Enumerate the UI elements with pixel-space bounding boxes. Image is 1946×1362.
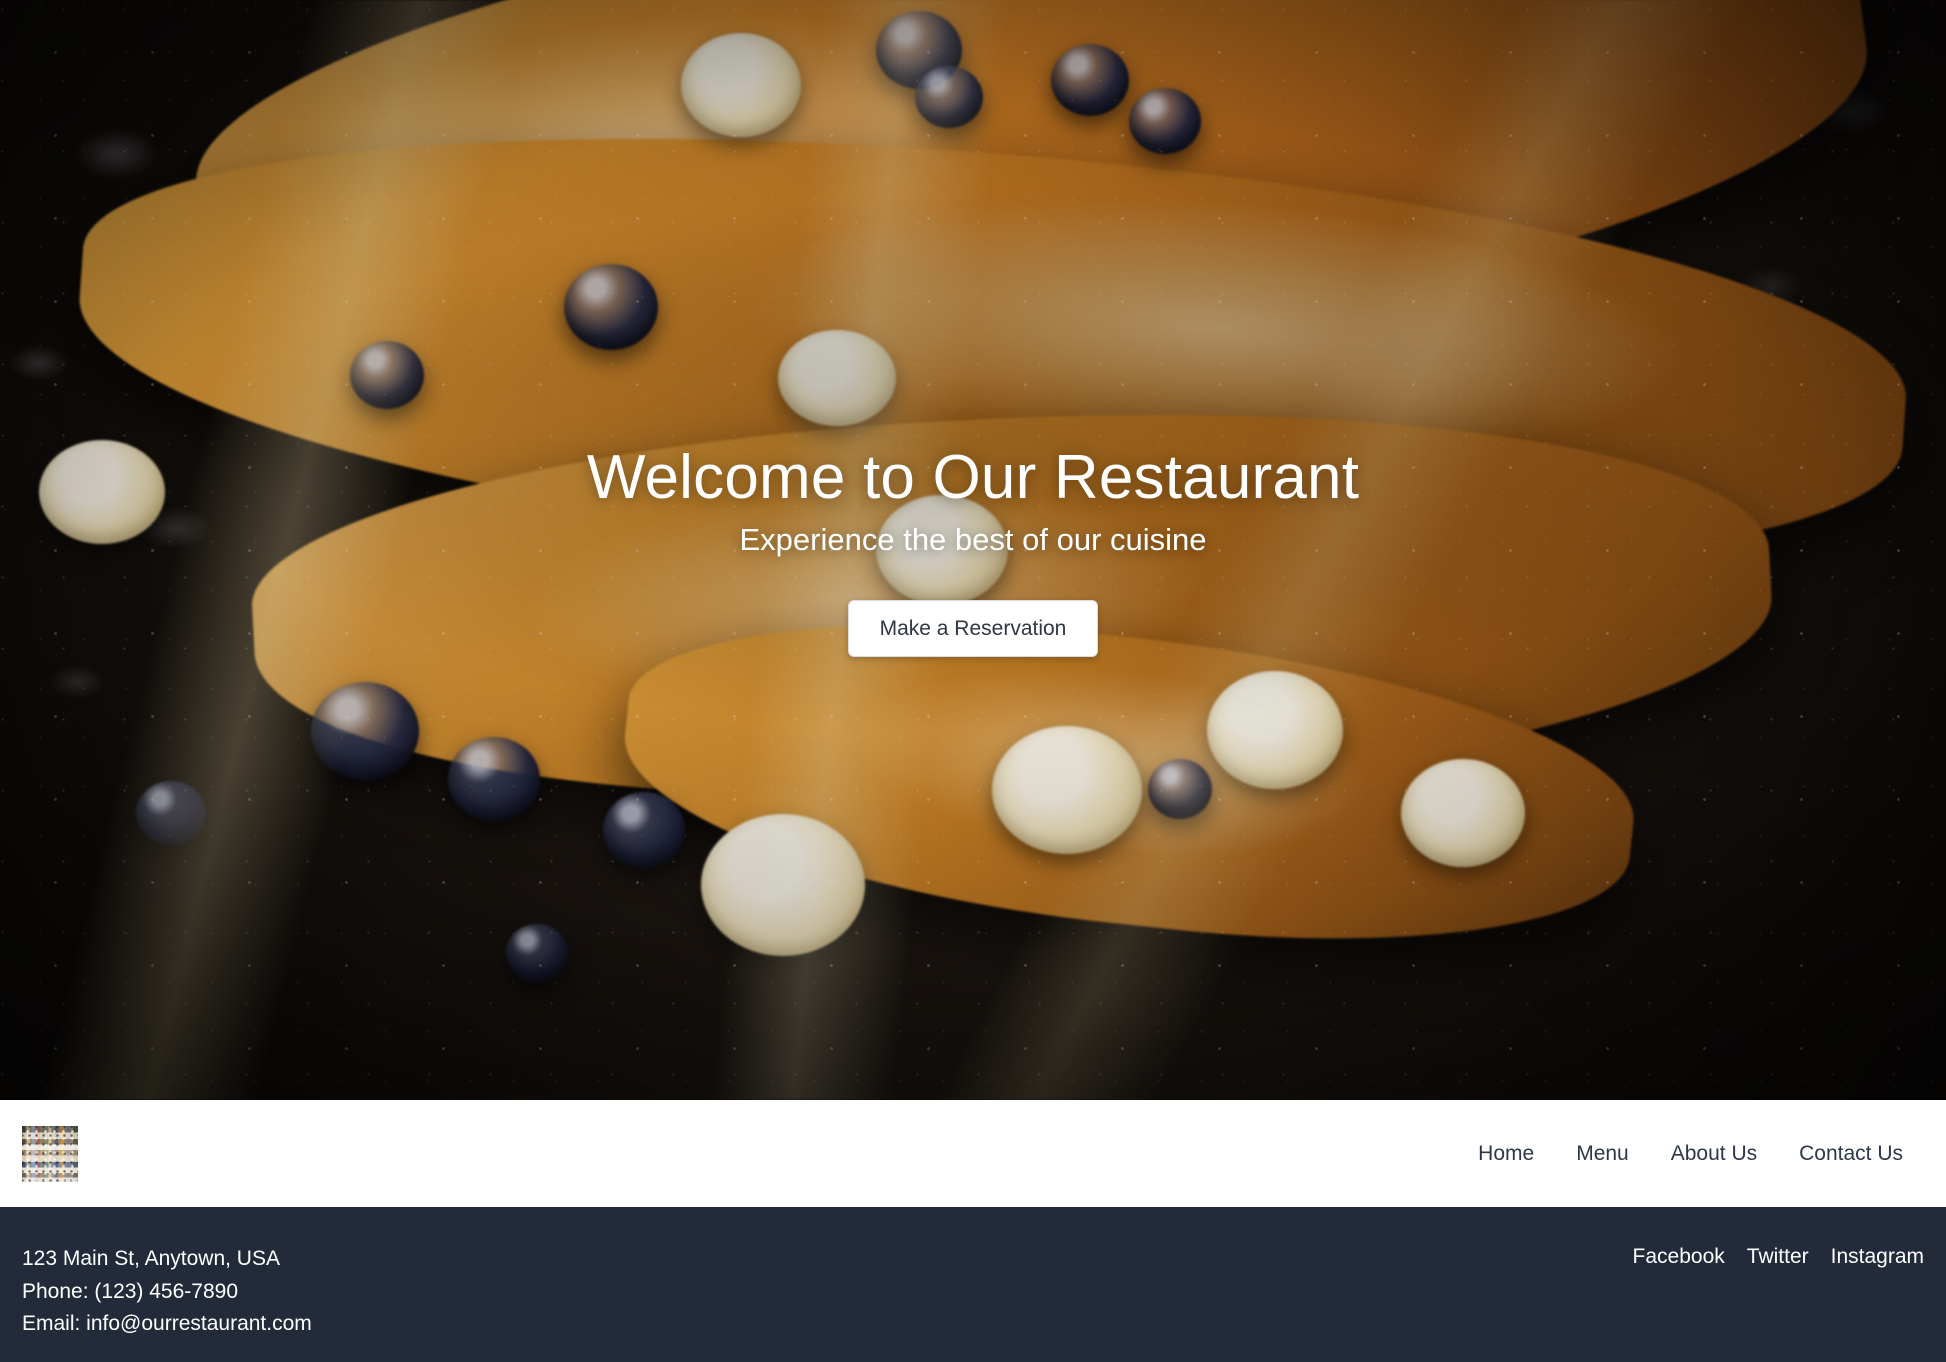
restaurant-landing-page: Welcome to Our Restaurant Experience the… <box>0 0 1946 1362</box>
hero-section: Welcome to Our Restaurant Experience the… <box>0 0 1946 1100</box>
footer-email: Email: info@ourrestaurant.com <box>22 1312 312 1336</box>
hero-content: Welcome to Our Restaurant Experience the… <box>0 0 1946 1100</box>
nav-link-menu[interactable]: Menu <box>1555 1142 1650 1166</box>
footer-social-links: Facebook Twitter Instagram <box>1622 1243 1924 1269</box>
nav-links: Home Menu About Us Contact Us <box>1457 1142 1924 1166</box>
hero-subtitle: Experience the best of our cuisine <box>739 522 1207 558</box>
social-link-twitter[interactable]: Twitter <box>1736 1245 1820 1269</box>
restaurant-logo-icon[interactable] <box>22 1125 78 1182</box>
nav-link-contact-us[interactable]: Contact Us <box>1778 1142 1924 1166</box>
social-link-facebook[interactable]: Facebook <box>1622 1245 1736 1269</box>
make-reservation-button[interactable]: Make a Reservation <box>847 599 1099 657</box>
main-navigation-bar: Home Menu About Us Contact Us <box>0 1100 1946 1207</box>
social-link-instagram[interactable]: Instagram <box>1820 1245 1924 1269</box>
nav-link-about-us[interactable]: About Us <box>1650 1142 1778 1166</box>
footer-address: 123 Main St, Anytown, USA <box>22 1247 280 1270</box>
footer-contact-info: 123 Main St, Anytown, USA Phone: (123) 4… <box>22 1243 312 1341</box>
footer-phone: Phone: (123) 456-7890 <box>22 1279 238 1303</box>
nav-link-home[interactable]: Home <box>1457 1142 1555 1166</box>
hero-title: Welcome to Our Restaurant <box>586 443 1360 513</box>
site-footer: 123 Main St, Anytown, USA Phone: (123) 4… <box>0 1207 1946 1362</box>
